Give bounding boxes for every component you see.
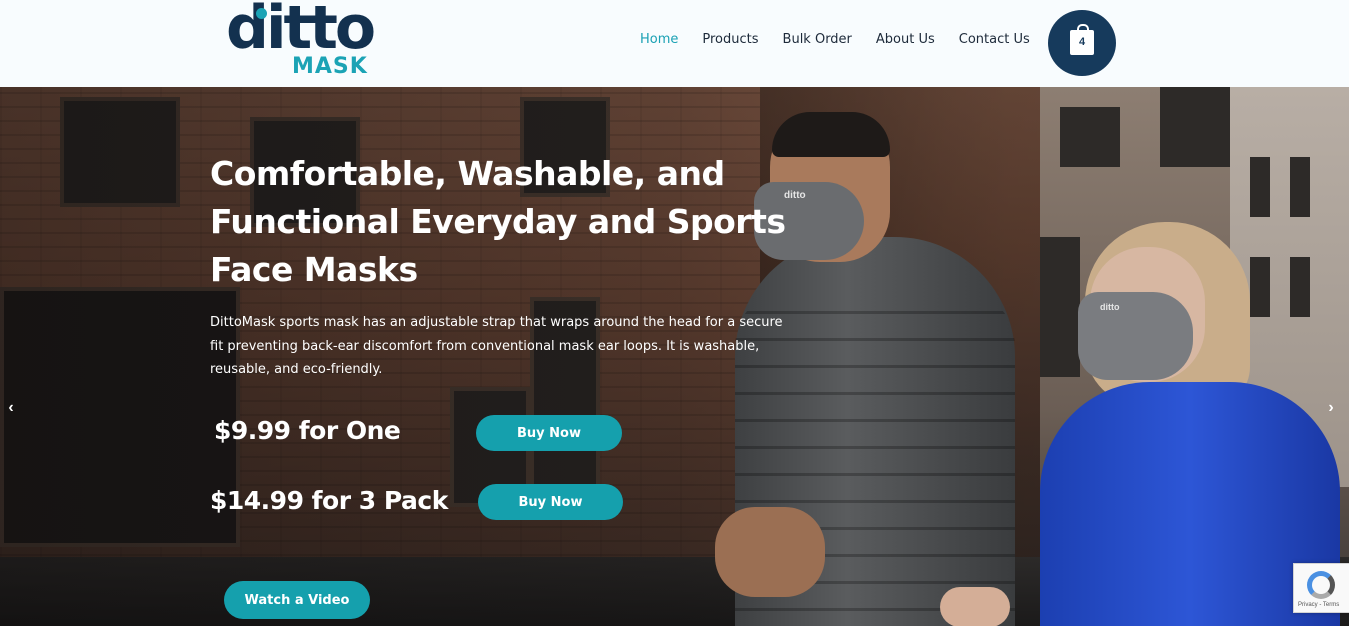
man-arm	[715, 507, 825, 597]
recaptcha-links[interactable]: Privacy - Terms	[1298, 602, 1339, 608]
nav-home[interactable]: Home	[640, 32, 678, 47]
buy-now-single-button[interactable]: Buy Now	[476, 415, 622, 451]
site-header: ditto MASK Home Products Bulk Order Abou…	[0, 0, 1349, 87]
main-nav: Home Products Bulk Order About Us Contac…	[640, 32, 1054, 47]
nav-bulk-order[interactable]: Bulk Order	[783, 32, 852, 47]
hero-description: DittoMask sports mask has an adjustable …	[210, 315, 783, 377]
price-single: $9.99 for One	[214, 416, 401, 445]
nav-about-us[interactable]: About Us	[876, 32, 935, 47]
cart-count: 4	[1078, 36, 1086, 48]
logo-word: ditto	[226, 0, 376, 63]
slider-next-arrow-icon[interactable]: ›	[1324, 398, 1338, 418]
nav-products[interactable]: Products	[702, 32, 758, 47]
mask-logo: ditto	[1100, 302, 1120, 312]
woman-face-mask	[1078, 292, 1193, 380]
slider-prev-arrow-icon[interactable]: ‹	[4, 398, 18, 418]
hero-title: Comfortable, Washable, and Functional Ev…	[210, 154, 786, 289]
watch-video-button[interactable]: Watch a Video	[224, 581, 370, 619]
buy-now-3-pack-button[interactable]: Buy Now	[478, 484, 623, 520]
shopping-bag-icon: 4	[1070, 24, 1094, 55]
logo-sub: MASK	[292, 54, 368, 79]
recaptcha-icon	[1307, 571, 1335, 599]
woman-hand	[940, 587, 1010, 626]
hero-slider: ditto ditto Comfortable, Washable, and F…	[0, 87, 1349, 626]
price-3-pack: $14.99 for 3 Pack	[210, 486, 448, 515]
cart-button[interactable]: 4	[1048, 10, 1116, 76]
nav-contact-us[interactable]: Contact Us	[959, 32, 1030, 47]
recaptcha-badge[interactable]: Privacy - Terms	[1293, 563, 1349, 613]
logo-dot	[256, 8, 267, 19]
ditto-mask-logo[interactable]: ditto MASK	[226, 0, 376, 82]
